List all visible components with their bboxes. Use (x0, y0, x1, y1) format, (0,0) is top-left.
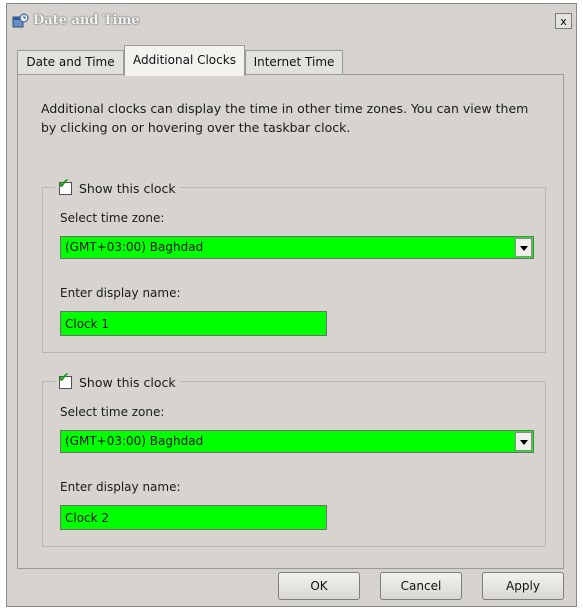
date-and-time-dialog: Date and Time x Date and Time Additional… (6, 3, 577, 607)
timezone-2-label: Select time zone: (60, 405, 165, 419)
display-name-1-value: Clock 1 (65, 317, 110, 331)
timezone-1-label: Select time zone: (60, 211, 165, 225)
close-icon: x (560, 15, 567, 28)
display-name-1-input[interactable]: Clock 1 (60, 311, 327, 336)
close-button[interactable]: x (555, 13, 572, 29)
chevron-down-icon[interactable] (515, 238, 532, 257)
display-name-1-label: Enter display name: (60, 286, 181, 300)
display-name-2-input[interactable]: Clock 2 (60, 505, 327, 530)
timezone-2-select[interactable]: (GMT+03:00) Baghdad (60, 430, 534, 453)
date-time-icon (12, 13, 29, 29)
timezone-2-value: (GMT+03:00) Baghdad (65, 434, 204, 448)
display-name-2-label: Enter display name: (60, 480, 181, 494)
title-bar[interactable]: Date and Time x (7, 4, 576, 38)
show-clock-2-label: Show this clock (79, 374, 176, 390)
tab-date-and-time[interactable]: Date and Time (17, 50, 124, 74)
show-clock-1-toggle[interactable]: ✔ Show this clock (55, 176, 180, 197)
show-clock-1-label: Show this clock (79, 180, 176, 196)
tab-internet-time[interactable]: Internet Time (245, 50, 343, 74)
chevron-down-icon[interactable] (515, 432, 532, 451)
timezone-1-value: (GMT+03:00) Baghdad (65, 240, 204, 254)
description-text: Additional clocks can display the time i… (41, 101, 529, 135)
check-icon: ✔ (58, 175, 70, 192)
display-name-2-value: Clock 2 (65, 511, 110, 525)
show-clock-1-checkbox[interactable]: ✔ (58, 176, 72, 195)
show-clock-2-checkbox[interactable]: ✔ (58, 370, 72, 389)
timezone-1-select[interactable]: (GMT+03:00) Baghdad (60, 236, 534, 259)
window-title: Date and Time (33, 13, 140, 28)
apply-button[interactable]: Apply (482, 572, 564, 600)
ok-button[interactable]: OK (278, 572, 360, 600)
additional-clocks-panel: Additional clocks can display the time i… (17, 74, 564, 569)
clock-2-group: ✔ Show this clock Select time zone: (GMT… (42, 370, 546, 547)
show-clock-2-toggle[interactable]: ✔ Show this clock (55, 370, 180, 391)
cancel-button[interactable]: Cancel (380, 572, 462, 600)
tab-additional-clocks[interactable]: Additional Clocks (124, 45, 245, 76)
check-icon: ✔ (58, 369, 70, 386)
clock-1-group: ✔ Show this clock Select time zone: (GMT… (42, 176, 546, 353)
